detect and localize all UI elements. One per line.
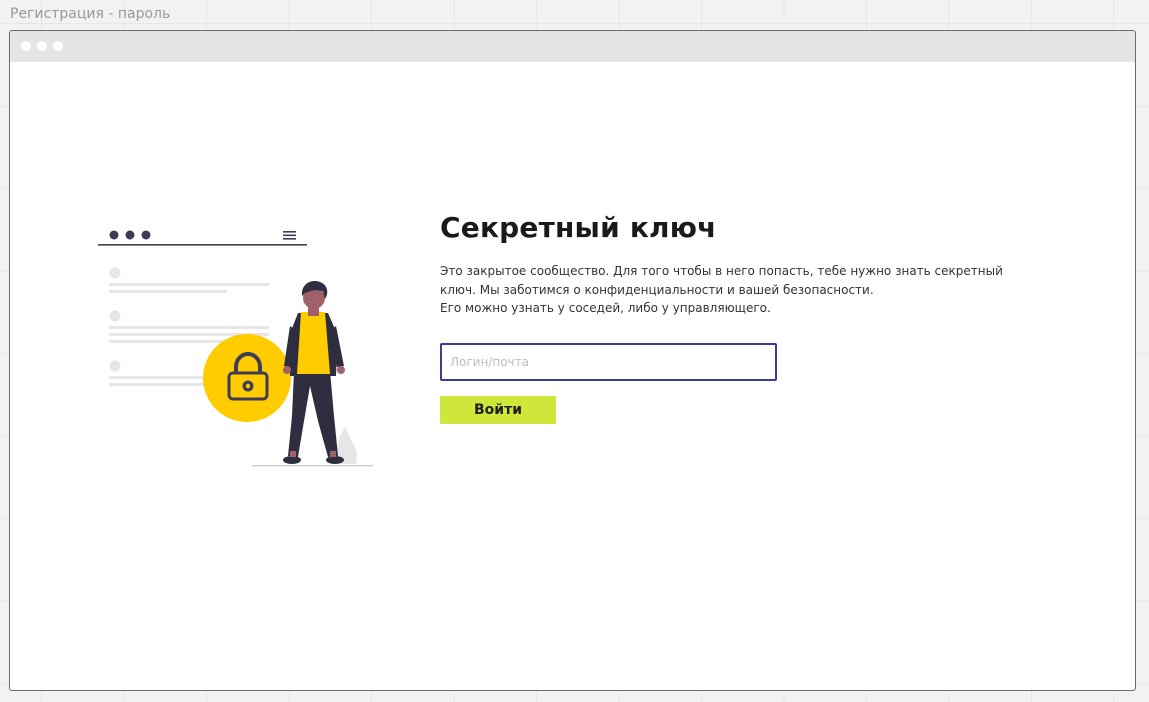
floor-line (252, 465, 373, 467)
login-field[interactable] (440, 343, 777, 381)
person-figure (283, 281, 345, 464)
description-line: ключ. Мы заботимся о конфиденциальности … (440, 282, 874, 297)
login-button[interactable]: Войти (440, 396, 556, 424)
description-line: Это закрытое сообщество. Для того чтобы … (440, 264, 1003, 278)
page-title: Регистрация - пароль (10, 6, 171, 22)
browser-header-line (98, 244, 307, 246)
page-heading: Секретный ключ (440, 211, 717, 244)
description-text: Это закрытое сообщество. Для того чтобы … (440, 262, 1040, 318)
window-dot[interactable] (21, 41, 31, 51)
security-illustration (98, 230, 373, 467)
window-dot[interactable] (53, 41, 63, 51)
padlock-icon (203, 334, 291, 422)
hamburger-menu-icon (283, 231, 296, 240)
browser-window: Секретный ключ Это закрытое сообщество. … (9, 30, 1136, 691)
window-dot[interactable] (37, 41, 47, 51)
browser-dots-icon (109, 230, 151, 240)
description-line: Его можно узнать у соседей, либо у управ… (440, 301, 771, 315)
window-titlebar (10, 31, 1135, 62)
